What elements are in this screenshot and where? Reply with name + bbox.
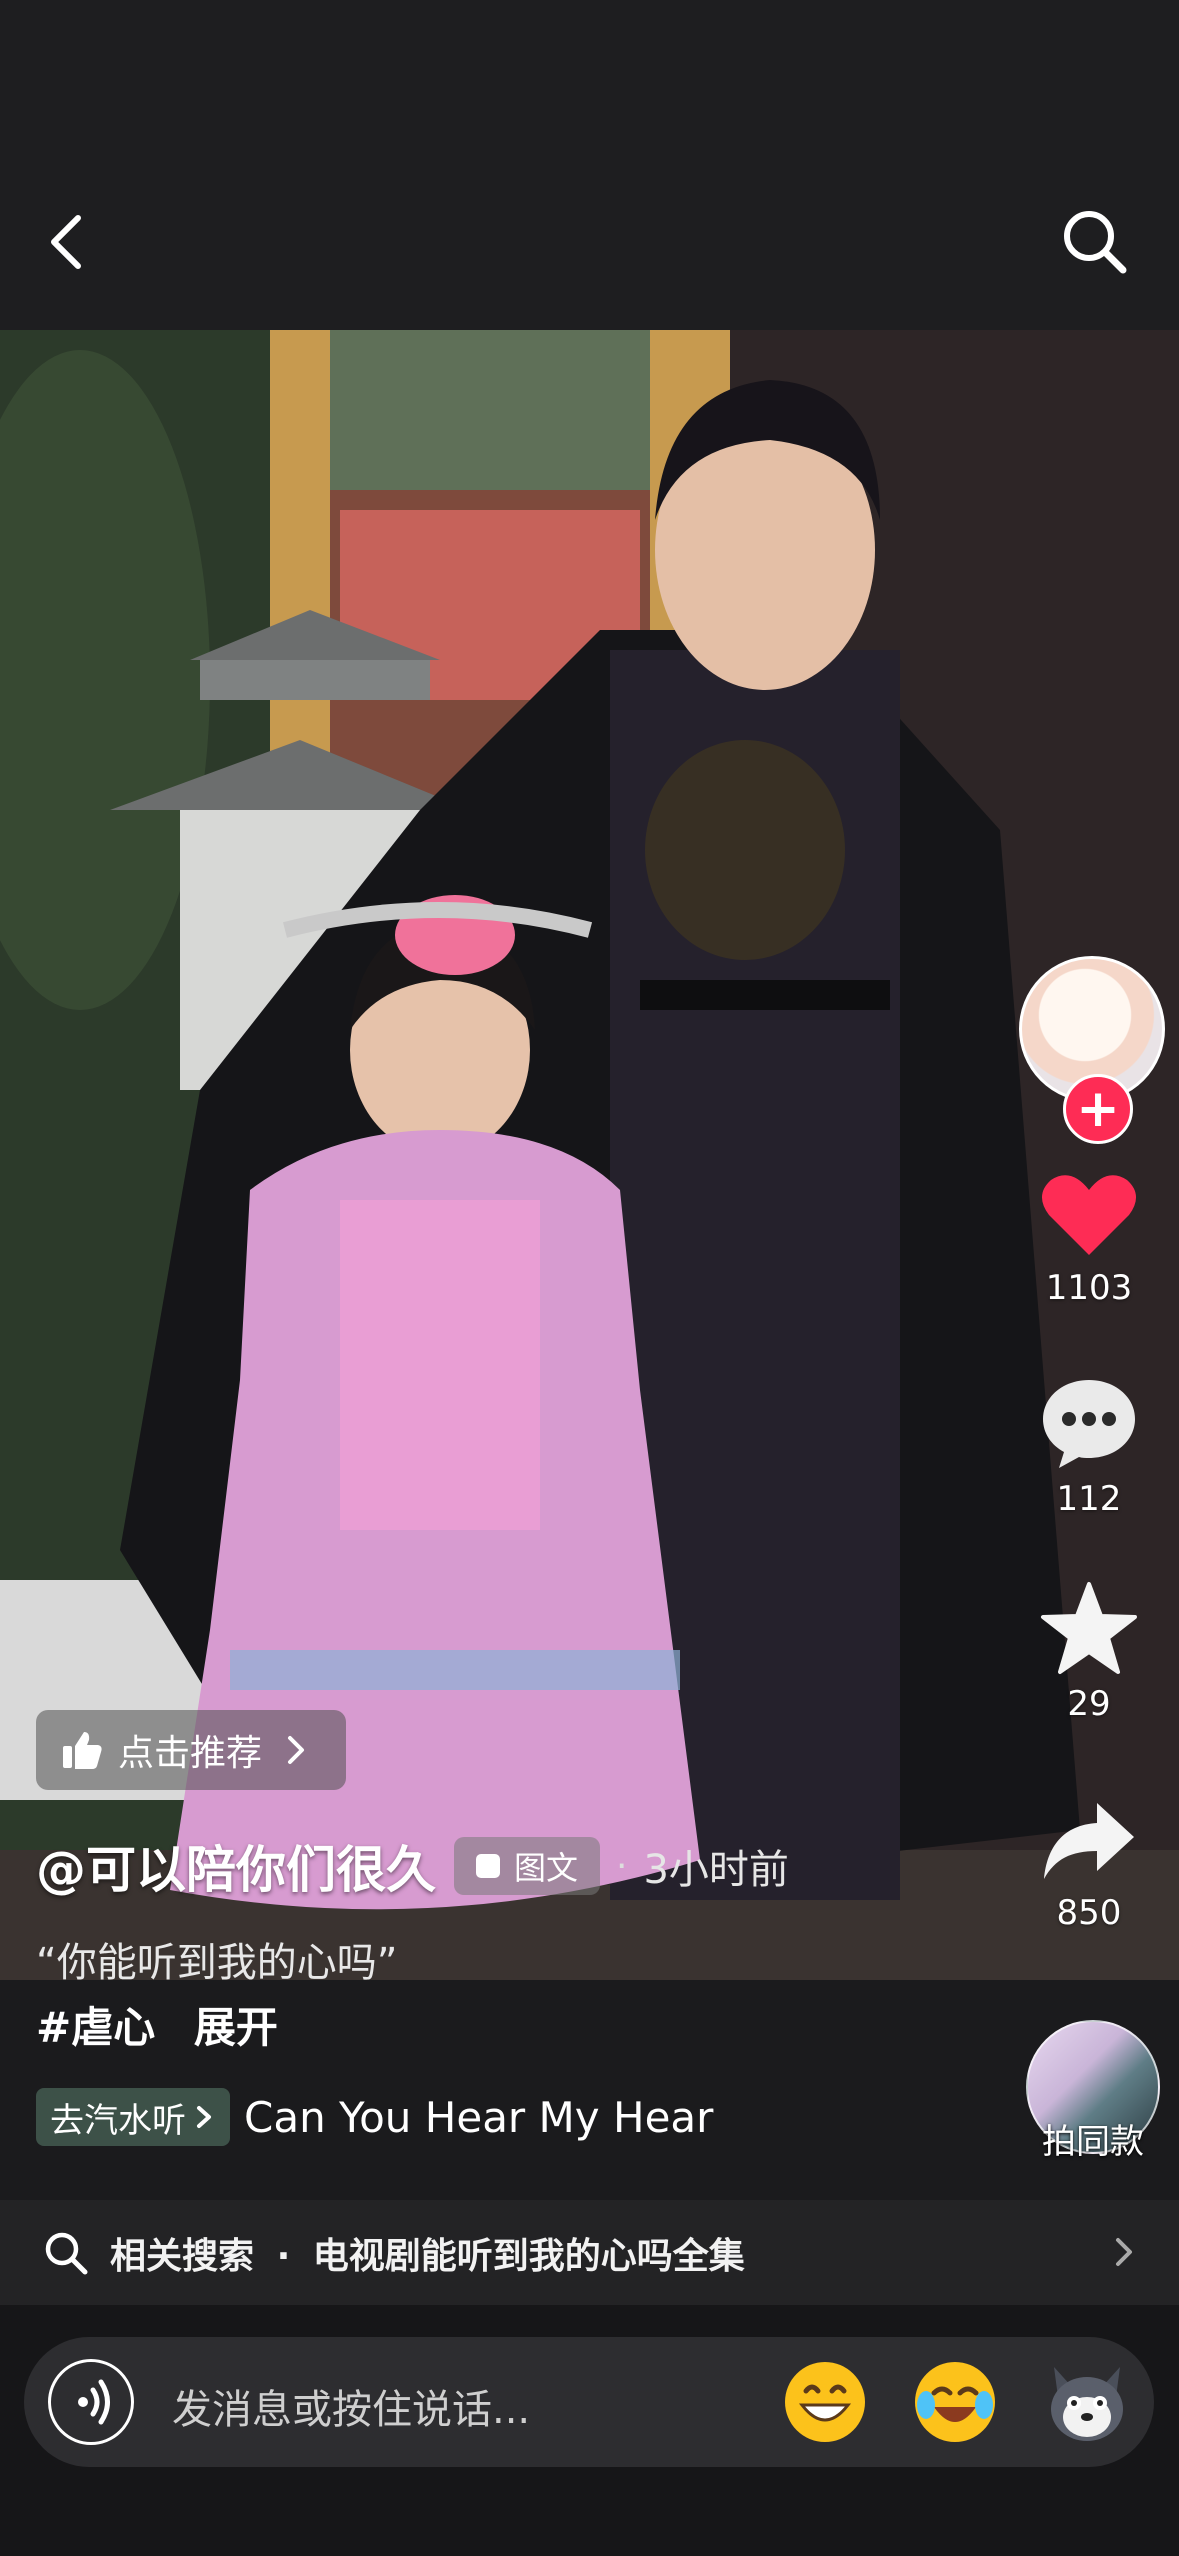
voice-wave-icon <box>78 2379 110 2425</box>
author-row: @可以陪你们很久 图文 · 3小时前 <box>36 1830 789 1902</box>
tags-row: #虐心 展开 <box>36 1994 278 2055</box>
recommend-button[interactable]: 点击推荐 <box>36 1710 347 1790</box>
music-title[interactable]: Can You Hear My Hear <box>244 2093 713 2142</box>
follow-button[interactable]: + <box>1063 1074 1133 1144</box>
thumbs-up-icon <box>63 1732 102 1769</box>
hashtag-link[interactable]: #虐心 <box>36 2003 155 2052</box>
husky-emoji-icon[interactable] <box>1042 2357 1132 2447</box>
like-count: 1103 <box>1045 1268 1133 1308</box>
comment-icon <box>1043 1380 1135 1468</box>
chevron-right-icon <box>288 1736 305 1764</box>
comment-count: 112 <box>1056 1479 1122 1519</box>
post-type-badge: 图文 <box>454 1837 601 1895</box>
like-button[interactable]: 1103 <box>999 1170 1179 1308</box>
related-search-bar[interactable]: 相关搜索 · 电视剧能听到我的心吗全集 <box>0 2200 1179 2305</box>
heart-icon <box>1041 1175 1137 1255</box>
related-search-prefix: 相关搜索 <box>110 2235 255 2277</box>
recommend-label: 点击推荐 <box>118 1733 263 1774</box>
grinning-emoji-icon[interactable] <box>780 2357 870 2447</box>
message-input-bar[interactable]: 发消息或按住说话... <box>24 2337 1154 2467</box>
bottom-bar: 发消息或按住说话... <box>0 2305 1179 2556</box>
separator: · <box>616 1845 628 1887</box>
post-time: 3小时前 <box>643 1847 789 1893</box>
author-avatar-button[interactable]: + <box>1019 956 1165 1144</box>
star-icon <box>1041 1582 1137 1674</box>
chevron-right-icon <box>1116 2238 1132 2266</box>
chevron-left-icon <box>51 215 81 269</box>
same-style-label: 拍同款 <box>1042 2122 1144 2162</box>
comment-button[interactable]: 112 <box>999 1375 1179 1519</box>
author-name[interactable]: @可以陪你们很久 <box>36 1830 436 1902</box>
music-row: 去汽水听 Can You Hear My Hear <box>36 2088 713 2146</box>
search-button[interactable] <box>1055 200 1135 280</box>
voice-input-button[interactable] <box>48 2359 134 2445</box>
share-count: 850 <box>1056 1893 1122 1933</box>
favorite-count: 29 <box>1067 1684 1111 1724</box>
plus-icon: + <box>1076 1079 1120 1139</box>
post-caption: “你能听到我的心吗” <box>36 1940 398 1986</box>
post-type-label: 图文 <box>514 1849 579 1887</box>
listen-label: 去汽水听 <box>50 2100 186 2141</box>
search-icon <box>45 2232 88 2274</box>
expand-link[interactable]: 展开 <box>194 2003 278 2052</box>
message-input-placeholder[interactable]: 发消息或按住说话... <box>172 2377 530 2435</box>
back-button[interactable] <box>38 200 98 280</box>
related-search-query: 电视剧能听到我的心吗全集 <box>312 2235 745 2277</box>
favorite-button[interactable]: 29 <box>999 1580 1179 1724</box>
share-button[interactable]: 850 <box>999 1795 1179 1933</box>
related-search-dot: · <box>276 2235 291 2277</box>
share-arrow-icon <box>1044 1803 1134 1879</box>
listen-on-qishui-button[interactable]: 去汽水听 <box>36 2088 230 2146</box>
related-search-text: 相关搜索 · 电视剧能听到我的心吗全集 <box>110 2227 745 2279</box>
same-style-button[interactable]: 拍同款 <box>1024 2020 1162 2163</box>
top-bar <box>0 0 1179 330</box>
search-icon <box>1064 211 1127 274</box>
chevron-right-icon <box>197 2106 211 2128</box>
image-post-icon <box>476 1854 500 1878</box>
tears-of-joy-emoji-icon[interactable] <box>910 2357 1000 2447</box>
